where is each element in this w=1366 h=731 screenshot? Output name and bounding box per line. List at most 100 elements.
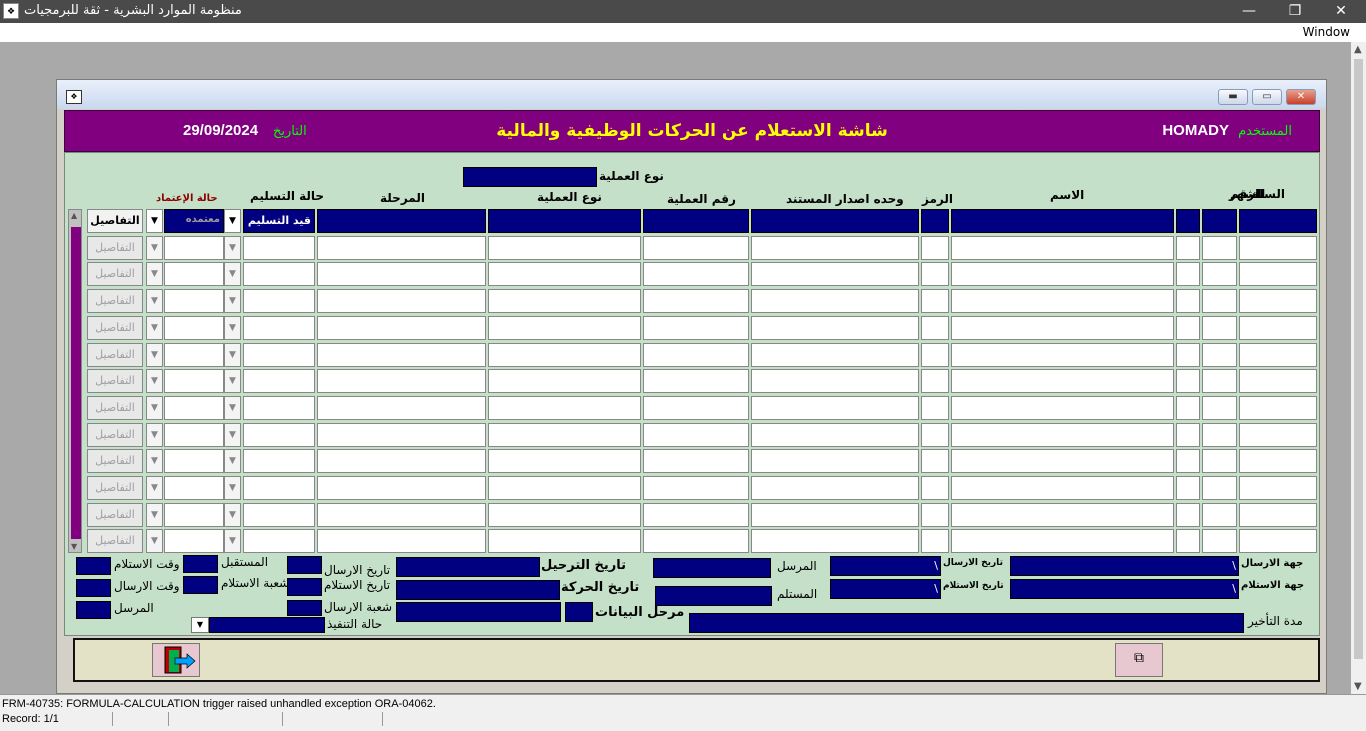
cell-month[interactable]: [1202, 476, 1237, 500]
approval-status-dropdown-icon[interactable]: ▼: [146, 315, 163, 340]
form-close-button[interactable]: ✕: [1286, 89, 1316, 105]
cell-name[interactable]: [951, 262, 1174, 287]
delay-field[interactable]: [689, 613, 1244, 633]
cell-approval-status[interactable]: [164, 369, 224, 394]
details-button[interactable]: التفاصيل: [87, 262, 143, 287]
delivery-status-dropdown-icon[interactable]: ▼: [224, 395, 241, 420]
cell-approval-status[interactable]: [164, 315, 224, 340]
details-button[interactable]: التفاصيل: [87, 449, 143, 474]
cell-delivery-status[interactable]: [243, 262, 315, 287]
movement-date-field[interactable]: [396, 580, 560, 600]
receive-date-field[interactable]: [287, 578, 322, 596]
cell-issue-unit[interactable]: [751, 449, 919, 474]
cell-op-number[interactable]: [643, 395, 749, 420]
approval-status-dropdown-icon[interactable]: ▼: [146, 422, 163, 447]
cell-op-number[interactable]: [643, 369, 749, 394]
cell-issue-unit[interactable]: [751, 209, 919, 233]
cell-stage[interactable]: [317, 502, 486, 527]
details-button[interactable]: التفاصيل: [87, 476, 143, 500]
cell-op-number[interactable]: [643, 422, 749, 447]
cell-year[interactable]: [1176, 342, 1200, 367]
receiver-field[interactable]: [655, 586, 772, 606]
data-stage-check[interactable]: [565, 602, 593, 622]
cell-op-number[interactable]: [643, 502, 749, 527]
cell-code[interactable]: [921, 502, 949, 527]
send-date-small-field[interactable]: \: [830, 556, 941, 576]
cell-year[interactable]: [1176, 502, 1200, 527]
receive-party-field[interactable]: \: [1010, 579, 1239, 599]
cell-stage[interactable]: [317, 315, 486, 340]
scroll-down-icon[interactable]: ▼: [1354, 681, 1362, 692]
grid-scroll-down-icon[interactable]: ▼: [71, 542, 77, 551]
cell-code[interactable]: [921, 529, 949, 554]
query-button[interactable]: ⧉: [1115, 643, 1163, 677]
cell-stage[interactable]: [317, 369, 486, 394]
cell-code[interactable]: [921, 289, 949, 314]
approval-status-dropdown-icon[interactable]: ▼: [146, 262, 163, 287]
cell-code[interactable]: [921, 395, 949, 420]
receive-date-small-field[interactable]: \: [830, 579, 941, 599]
exit-button[interactable]: [152, 643, 200, 677]
maximize-button[interactable]: ❐: [1272, 0, 1318, 23]
cell-name[interactable]: [951, 476, 1174, 500]
cell-month[interactable]: [1202, 342, 1237, 367]
cell-delivery-status[interactable]: [243, 289, 315, 314]
cell-approval-status[interactable]: [164, 262, 224, 287]
cell-op-number[interactable]: [643, 449, 749, 474]
cell-name[interactable]: [951, 369, 1174, 394]
cell-number[interactable]: [1239, 209, 1317, 233]
cell-number[interactable]: [1239, 315, 1317, 340]
cell-stage[interactable]: [317, 209, 486, 233]
receive-time-field[interactable]: [76, 557, 111, 575]
approval-status-dropdown-icon[interactable]: ▼: [146, 209, 163, 233]
receive-branch-field[interactable]: [183, 576, 218, 594]
minimize-button[interactable]: —: [1226, 0, 1272, 23]
delivery-status-dropdown-icon[interactable]: ▼: [224, 476, 241, 500]
grid-scrollbar[interactable]: ▲ ▼: [68, 209, 82, 553]
delivery-status-dropdown-icon[interactable]: ▼: [224, 502, 241, 527]
cell-number[interactable]: [1239, 262, 1317, 287]
delivery-status-dropdown-icon[interactable]: ▼: [224, 449, 241, 474]
cell-op-type[interactable]: [488, 529, 641, 554]
cell-name[interactable]: [951, 449, 1174, 474]
cell-stage[interactable]: [317, 235, 486, 260]
cell-approval-status[interactable]: [164, 289, 224, 314]
cell-month[interactable]: [1202, 209, 1237, 233]
exec-status-field[interactable]: [209, 617, 325, 633]
approval-status-dropdown-icon[interactable]: ▼: [146, 502, 163, 527]
cell-op-type[interactable]: [488, 209, 641, 233]
scroll-thumb[interactable]: [1354, 59, 1363, 659]
cell-number[interactable]: [1239, 502, 1317, 527]
delivery-status-dropdown-icon[interactable]: ▼: [224, 235, 241, 260]
cell-stage[interactable]: [317, 395, 486, 420]
cell-year[interactable]: [1176, 476, 1200, 500]
cell-delivery-status[interactable]: [243, 342, 315, 367]
details-button[interactable]: التفاصيل: [87, 315, 143, 340]
cell-stage[interactable]: [317, 289, 486, 314]
workspace-scrollbar[interactable]: ▲ ▼: [1351, 42, 1366, 694]
details-button[interactable]: التفاصيل: [87, 289, 143, 314]
cell-year[interactable]: [1176, 422, 1200, 447]
sender-field[interactable]: [653, 558, 771, 578]
cell-delivery-status[interactable]: [243, 315, 315, 340]
cell-op-number[interactable]: [643, 315, 749, 340]
cell-code[interactable]: [921, 235, 949, 260]
data-stage-field[interactable]: [396, 602, 561, 622]
cell-issue-unit[interactable]: [751, 342, 919, 367]
cell-name[interactable]: [951, 209, 1174, 233]
cell-op-type[interactable]: [488, 449, 641, 474]
approval-status-dropdown-icon[interactable]: ▼: [146, 529, 163, 554]
details-button[interactable]: التفاصيل: [87, 209, 143, 233]
cell-code[interactable]: [921, 315, 949, 340]
cell-month[interactable]: [1202, 369, 1237, 394]
op-type-filter-field[interactable]: [463, 167, 597, 187]
details-button[interactable]: التفاصيل: [87, 529, 143, 554]
cell-number[interactable]: [1239, 235, 1317, 260]
cell-number[interactable]: [1239, 289, 1317, 314]
approval-status-dropdown-icon[interactable]: ▼: [146, 476, 163, 500]
cell-year[interactable]: [1176, 315, 1200, 340]
cell-approval-status[interactable]: [164, 395, 224, 420]
grid-scroll-thumb[interactable]: [71, 227, 81, 539]
cell-number[interactable]: [1239, 449, 1317, 474]
delivery-status-dropdown-icon[interactable]: ▼: [224, 289, 241, 314]
